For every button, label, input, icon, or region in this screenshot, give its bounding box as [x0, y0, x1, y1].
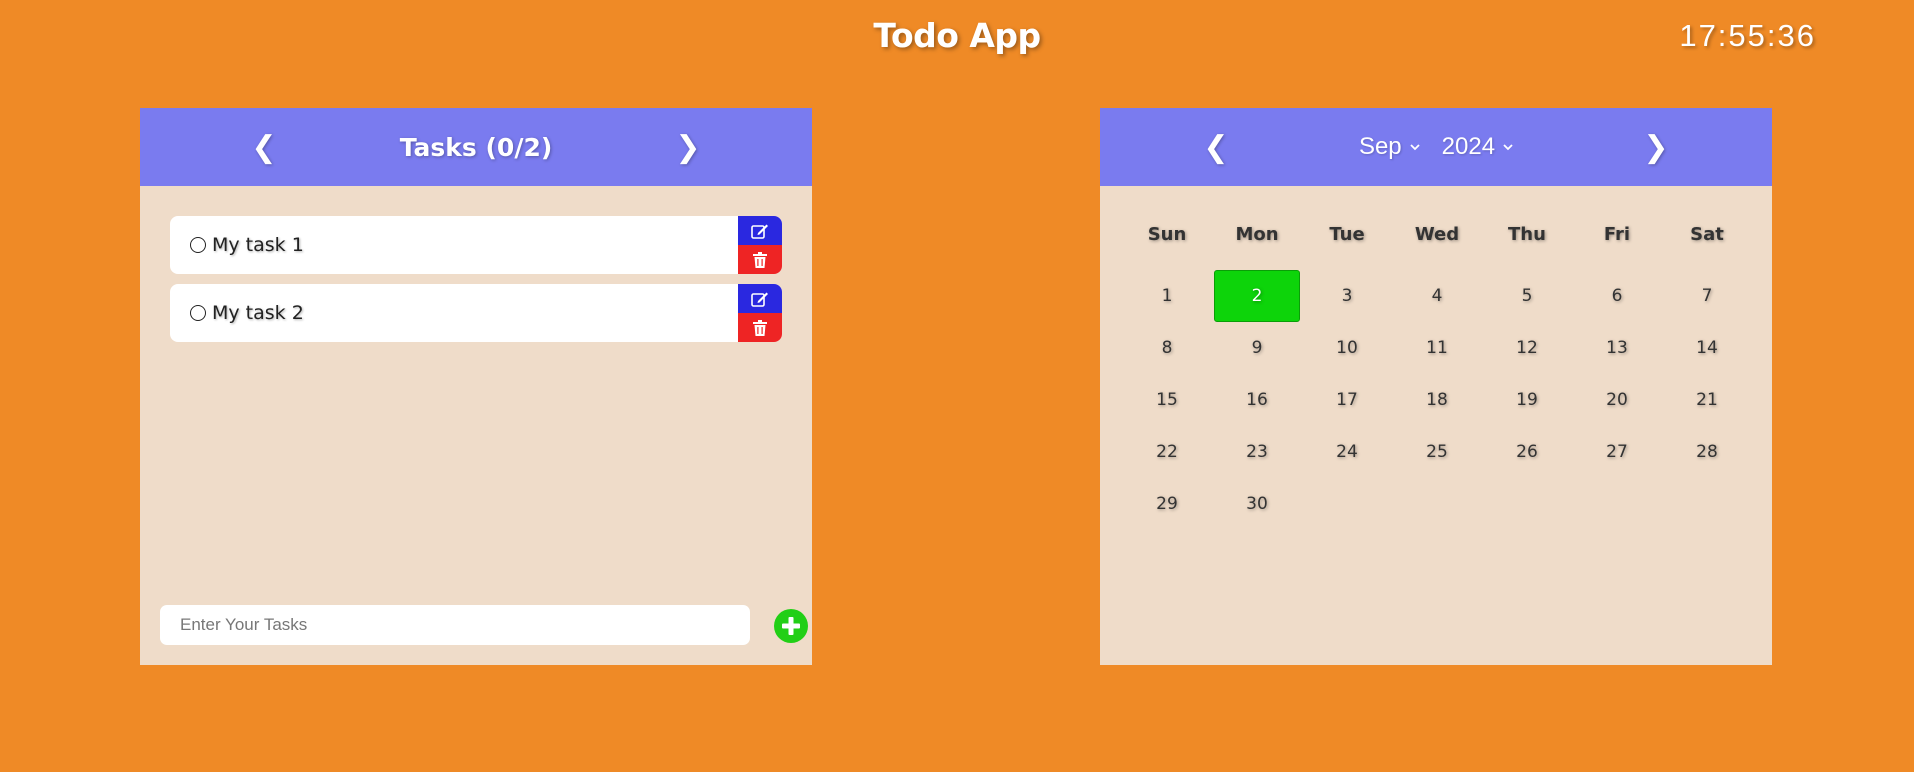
month-value: Sep — [1358, 133, 1402, 160]
calendar-day[interactable]: 3 — [1302, 270, 1392, 322]
chevron-down-icon — [1503, 143, 1513, 150]
weekday-label: Mon — [1235, 223, 1279, 245]
calendar-panel: ❮ Sep 2024 ❯ Sun Mon Tue Wed Thu Fri Sat… — [1100, 108, 1772, 665]
calendar-day[interactable]: 23 — [1212, 426, 1302, 478]
calendar-day[interactable]: 18 — [1392, 374, 1482, 426]
task-input-row — [160, 605, 808, 645]
calendar-day[interactable]: 20 — [1572, 374, 1662, 426]
trash-icon — [753, 319, 767, 336]
tasks-panel: ❮ Tasks (0/2) ❯ My task 1 My task 2 Ente… — [140, 108, 812, 665]
circle-icon[interactable] — [190, 237, 206, 253]
calendar-day[interactable]: 14 — [1662, 322, 1752, 374]
tasks-next-button[interactable]: ❯ — [658, 108, 718, 186]
year-value: 2024 — [1441, 133, 1496, 160]
clock: 17:55:36 — [1679, 18, 1816, 53]
plus-icon — [782, 617, 800, 635]
delete-button[interactable] — [738, 313, 782, 342]
task-text[interactable]: My task 1 — [212, 234, 304, 256]
edit-button[interactable] — [738, 216, 782, 245]
add-task-button[interactable] — [774, 609, 808, 643]
calendar-day-selected[interactable]: 2 — [1214, 270, 1300, 322]
calendar-day[interactable]: 21 — [1662, 374, 1752, 426]
calendar-day[interactable]: 22 — [1122, 426, 1212, 478]
task-item: My task 1 — [170, 216, 782, 274]
task-text[interactable]: My task 2 — [212, 302, 304, 324]
edit-icon — [751, 224, 768, 239]
calendar-day[interactable]: 8 — [1122, 322, 1212, 374]
calendar-grid: Sun Mon Tue Wed Thu Fri Sat 1 2 3 4 5 6 … — [1122, 218, 1752, 530]
calendar-day[interactable]: 26 — [1482, 426, 1572, 478]
year-select[interactable]: 2024 — [1442, 133, 1513, 161]
calendar-day[interactable]: 12 — [1482, 322, 1572, 374]
calendar-day[interactable]: 9 — [1212, 322, 1302, 374]
calendar-day[interactable]: 17 — [1302, 374, 1392, 426]
calendar-header: ❮ Sep 2024 ❯ — [1100, 108, 1772, 186]
task-list: My task 1 My task 2 — [170, 216, 782, 352]
calendar-day[interactable]: 7 — [1662, 270, 1752, 322]
edit-icon — [751, 292, 768, 307]
weekday-label: Tue — [1329, 223, 1365, 245]
calendar-day[interactable]: 13 — [1572, 322, 1662, 374]
trash-icon — [753, 251, 767, 268]
calendar-next-button[interactable]: ❯ — [1626, 108, 1686, 186]
task-actions — [738, 284, 782, 342]
tasks-title: Tasks (0/2) — [399, 132, 553, 162]
calendar-day[interactable]: 10 — [1302, 322, 1392, 374]
chevron-down-icon — [1410, 143, 1420, 150]
calendar-day[interactable]: 30 — [1212, 478, 1302, 530]
calendar-day[interactable]: 28 — [1662, 426, 1752, 478]
calendar-day[interactable]: 11 — [1392, 322, 1482, 374]
task-input[interactable] — [160, 605, 750, 645]
weekday-label: Wed — [1414, 223, 1460, 245]
weekday-label: Thu — [1508, 223, 1546, 245]
calendar-day[interactable]: 5 — [1482, 270, 1572, 322]
calendar-day[interactable]: 25 — [1392, 426, 1482, 478]
weekday-label: Sat — [1690, 223, 1724, 245]
edit-button[interactable] — [738, 284, 782, 313]
calendar-day[interactable]: 19 — [1482, 374, 1572, 426]
calendar-prev-button[interactable]: ❮ — [1186, 108, 1246, 186]
month-select[interactable]: Sep — [1359, 133, 1420, 161]
calendar-day[interactable]: 27 — [1572, 426, 1662, 478]
calendar-day[interactable]: 29 — [1122, 478, 1212, 530]
task-actions — [738, 216, 782, 274]
calendar-day[interactable]: 24 — [1302, 426, 1392, 478]
task-item: My task 2 — [170, 284, 782, 342]
circle-icon[interactable] — [190, 305, 206, 321]
calendar-day[interactable]: 15 — [1122, 374, 1212, 426]
app-title: Todo App — [873, 16, 1041, 55]
tasks-prev-button[interactable]: ❮ — [234, 108, 294, 186]
calendar-day[interactable]: 1 — [1122, 270, 1212, 322]
calendar-day[interactable]: 4 — [1392, 270, 1482, 322]
calendar-day[interactable]: 6 — [1572, 270, 1662, 322]
weekday-label: Fri — [1603, 223, 1631, 245]
calendar-day[interactable]: 16 — [1212, 374, 1302, 426]
weekday-label: Sun — [1147, 223, 1187, 245]
tasks-header: ❮ Tasks (0/2) ❯ — [140, 108, 812, 186]
delete-button[interactable] — [738, 245, 782, 274]
